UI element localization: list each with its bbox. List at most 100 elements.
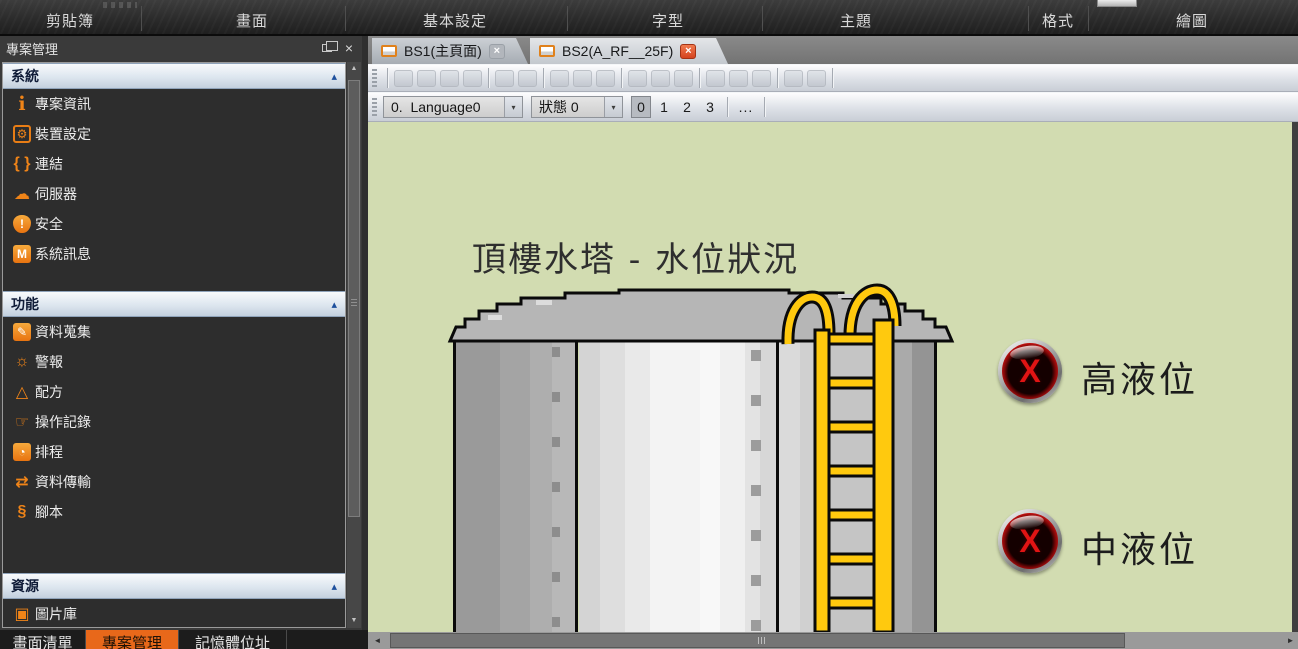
sidebar-item-security[interactable]: ! 安全	[3, 209, 345, 239]
state-button-3[interactable]: 3	[700, 96, 720, 118]
sidebar-item-operation-log[interactable]: ☞ 操作記錄	[3, 407, 345, 437]
sidebar-item-image-library[interactable]: ▣ 圖片庫	[3, 599, 345, 628]
project-manager-panel: 專案管理 × 系統 ▴ i 專案資訊 ⚙ 裝置設定 { } 連結 ☁ 伺服器 !…	[0, 36, 362, 630]
toolbar-separator	[387, 68, 388, 88]
state-button-0[interactable]: 0	[631, 96, 651, 118]
led-indicator-mid[interactable]: X	[998, 509, 1062, 573]
disabled-rotate-icon[interactable]	[784, 70, 803, 87]
security-shield-icon: !	[13, 215, 31, 233]
doc-tab-label: BS2(A_RF__25F)	[562, 43, 673, 59]
system-message-icon: M	[13, 245, 31, 263]
ribbon-tab-theme[interactable]: 主題	[840, 10, 872, 34]
disabled-align-left-icon[interactable]	[550, 70, 569, 87]
ribbon-tab-clipboard[interactable]: 剪貼簿	[46, 10, 94, 34]
close-icon[interactable]: ×	[489, 44, 505, 59]
hmi-editor-window: { "icons": { "close": "×", "dropdown_arr…	[0, 0, 1298, 649]
disabled-cut-icon[interactable]	[440, 70, 459, 87]
sidebar-item-data-sampling[interactable]: ✎ 資料蒐集	[3, 317, 345, 347]
sidebar-item-link[interactable]: { } 連結	[3, 149, 345, 179]
tab-project-manager[interactable]: 專案管理	[86, 630, 179, 649]
canvas-title-text[interactable]: 頂樓水塔 - 水位狀況	[472, 232, 799, 281]
ribbon-tab-format[interactable]: 格式	[1042, 10, 1074, 34]
ribbon-bar: 剪貼簿 畫面 基本設定 字型 主題 格式 繪圖	[0, 0, 1298, 36]
item-label: 圖片庫	[35, 604, 77, 624]
item-label: 配方	[35, 382, 63, 402]
item-label: 伺服器	[35, 184, 77, 204]
sidebar-scrollbar-thumb[interactable]	[348, 80, 360, 517]
toolbar-separator	[777, 68, 778, 88]
sidebar-item-recipe[interactable]: △ 配方	[3, 377, 345, 407]
item-label: 排程	[35, 442, 63, 462]
canvas-hscrollbar[interactable]: ◄ ►	[368, 632, 1298, 649]
state-dropdown[interactable]: 狀態 0 ▾	[531, 96, 623, 118]
ribbon-separator	[1028, 6, 1029, 31]
disabled-align-middle-icon[interactable]	[651, 70, 670, 87]
disabled-align-top-icon[interactable]	[628, 70, 647, 87]
scroll-right-icon[interactable]: ►	[1283, 632, 1298, 649]
disabled-align-bottom-icon[interactable]	[674, 70, 693, 87]
disabled-align-center-icon[interactable]	[573, 70, 592, 87]
section-header-system[interactable]: 系統 ▴	[3, 63, 345, 89]
toolbar-drag-handle[interactable]	[372, 69, 377, 87]
sidebar-item-alarm[interactable]: ☼ 警報	[3, 347, 345, 377]
toolbar-separator	[727, 97, 728, 117]
toolbar-drag-handle[interactable]	[372, 98, 377, 116]
disabled-paste-icon[interactable]	[463, 70, 482, 87]
doc-tab-bs2-active[interactable]: BS2(A_RF__25F) ×	[530, 38, 728, 64]
panel-close-icon[interactable]: ×	[342, 41, 356, 55]
sidebar-item-project-info[interactable]: i 專案資訊	[3, 89, 345, 119]
float-window-icon[interactable]	[322, 44, 332, 52]
label-mid-level[interactable]: 中液位	[1081, 521, 1198, 573]
edit-toolbar	[368, 64, 1298, 92]
close-icon[interactable]: ×	[680, 44, 696, 59]
sidebar-item-device-settings[interactable]: ⚙ 裝置設定	[3, 119, 345, 149]
sidebar-item-scheduler[interactable]: ◔ 排程	[3, 437, 345, 467]
hscrollbar-thumb[interactable]	[390, 633, 1125, 648]
scroll-down-icon[interactable]: ▼	[347, 614, 361, 628]
language-dropdown[interactable]: 0. Language0 ▾	[383, 96, 523, 118]
disabled-align-right-icon[interactable]	[596, 70, 615, 87]
chevron-down-icon: ▾	[504, 97, 522, 117]
more-states-button[interactable]: ...	[732, 96, 760, 118]
disabled-flip-icon[interactable]	[807, 70, 826, 87]
ribbon-tab-font[interactable]: 字型	[652, 10, 684, 34]
disabled-ungroup-icon[interactable]	[518, 70, 537, 87]
ribbon-tab-screen[interactable]: 畫面	[236, 10, 268, 34]
canvas-right-edge	[1292, 122, 1298, 632]
disabled-size-icon[interactable]	[752, 70, 771, 87]
sidebar-scrollbar[interactable]: ▲ ▼	[347, 62, 361, 628]
chevron-down-icon: ▾	[604, 97, 622, 117]
led-x-icon: X	[998, 339, 1062, 403]
state-button-2[interactable]: 2	[677, 96, 697, 118]
state-button-1[interactable]: 1	[654, 96, 674, 118]
titlebar-button[interactable]	[1097, 0, 1137, 7]
disabled-distribute-v-icon[interactable]	[729, 70, 748, 87]
quick-access-icons	[103, 2, 137, 8]
section-gap	[3, 527, 345, 573]
scroll-up-icon[interactable]: ▲	[347, 62, 361, 76]
led-indicator-high[interactable]: X	[998, 339, 1062, 403]
section-header-resource[interactable]: 資源 ▴	[3, 573, 345, 599]
label-high-level[interactable]: 高液位	[1081, 351, 1198, 403]
sidebar-item-system-message[interactable]: M 系統訊息	[3, 239, 345, 269]
tab-screen-list[interactable]: 畫面清單	[0, 630, 86, 649]
tab-memory-address[interactable]: 記憶體位址	[179, 630, 287, 649]
section-header-function[interactable]: 功能 ▴	[3, 291, 345, 317]
panel-title: 專案管理	[6, 39, 322, 58]
device-settings-icon: ⚙	[13, 125, 31, 143]
sidebar-item-server[interactable]: ☁ 伺服器	[3, 179, 345, 209]
ribbon-tab-basic-settings[interactable]: 基本設定	[423, 10, 487, 34]
item-label: 系統訊息	[35, 244, 91, 264]
screen-canvas[interactable]: 頂樓水塔 - 水位狀況 X 高液位 X 中液位	[368, 122, 1292, 632]
ribbon-tab-drawing[interactable]: 繪圖	[1176, 10, 1208, 34]
disabled-distribute-h-icon[interactable]	[706, 70, 725, 87]
item-label: 警報	[35, 352, 63, 372]
scroll-left-icon[interactable]: ◄	[370, 632, 385, 649]
disabled-undo-icon[interactable]	[394, 70, 413, 87]
disabled-redo-icon[interactable]	[417, 70, 436, 87]
sidebar-item-script[interactable]: § 腳本	[3, 497, 345, 527]
bottom-panel-tabs: 畫面清單 專案管理 記憶體位址	[0, 630, 368, 649]
doc-tab-bs1[interactable]: BS1(主頁面) ×	[372, 38, 528, 64]
sidebar-item-data-transfer[interactable]: ⇄ 資料傳輸	[3, 467, 345, 497]
disabled-group-icon[interactable]	[495, 70, 514, 87]
